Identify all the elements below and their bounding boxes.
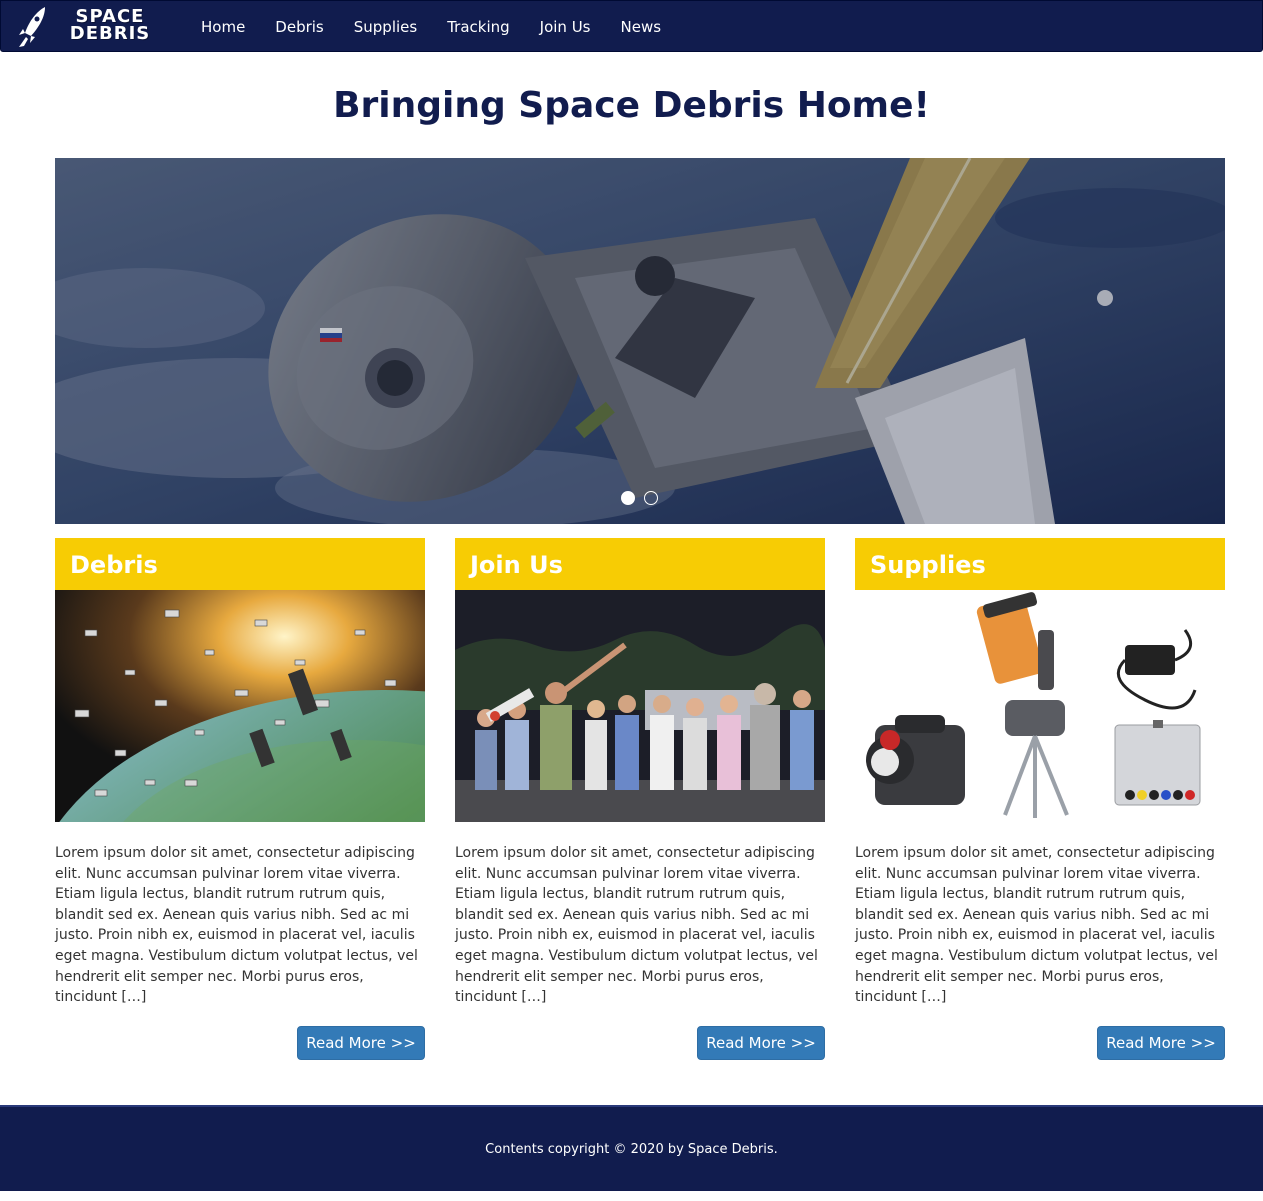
card-debris: Debris Lorem ipsum dolor sit amet, conse… (55, 538, 425, 1060)
nav-link-home[interactable]: Home (186, 1, 260, 53)
site-logo[interactable]: SPACE DEBRIS (15, 5, 160, 49)
hero-carousel[interactable] (55, 158, 1225, 524)
nav-link-join-us[interactable]: Join Us (525, 1, 606, 53)
nav-link-debris[interactable]: Debris (260, 1, 338, 53)
card-title: Join Us (455, 538, 825, 590)
nav-link-supplies[interactable]: Supplies (339, 1, 432, 53)
card-title: Supplies (855, 538, 1225, 590)
page-title: Bringing Space Debris Home! (333, 85, 930, 126)
carousel-dot-2[interactable] (644, 491, 658, 505)
card-join-us: Join Us Lorem ipsum dolor sit amet, cons… (455, 538, 825, 1060)
card-description: Lorem ipsum dolor sit amet, consectetur … (55, 845, 418, 1006)
read-more-button[interactable]: Read More >> (297, 1026, 425, 1060)
spacecraft-hero-image (55, 158, 1225, 524)
card-title: Debris (55, 538, 425, 590)
footer-copyright: Contents copyright © 2020 by Space Debri… (485, 1142, 778, 1157)
rocket-icon (19, 7, 45, 47)
nav-link-news[interactable]: News (606, 1, 677, 53)
carousel-indicators (621, 491, 658, 505)
card-supplies: Supplies Lorem ipsum dolor sit amet, con… (855, 538, 1225, 1060)
carousel-dot-1[interactable] (621, 491, 635, 505)
main-nav: Home Debris Supplies Tracking Join Us Ne… (186, 1, 676, 53)
top-navbar: SPACE DEBRIS Home Debris Supplies Tracki… (0, 0, 1263, 52)
space-debris-orbit-image (55, 590, 425, 822)
logo-line-2: DEBRIS (69, 23, 151, 44)
logo-wordmark: SPACE DEBRIS (55, 8, 165, 44)
read-more-button[interactable]: Read More >> (1097, 1026, 1225, 1060)
nav-link-tracking[interactable]: Tracking (432, 1, 524, 53)
telescope-supplies-image (855, 590, 1225, 822)
site-footer: Contents copyright © 2020 by Space Debri… (0, 1105, 1263, 1191)
card-description: Lorem ipsum dolor sit amet, consectetur … (455, 845, 818, 1006)
read-more-button[interactable]: Read More >> (697, 1026, 825, 1060)
stargazing-group-image (455, 590, 825, 822)
card-description: Lorem ipsum dolor sit amet, consectetur … (855, 845, 1218, 1006)
